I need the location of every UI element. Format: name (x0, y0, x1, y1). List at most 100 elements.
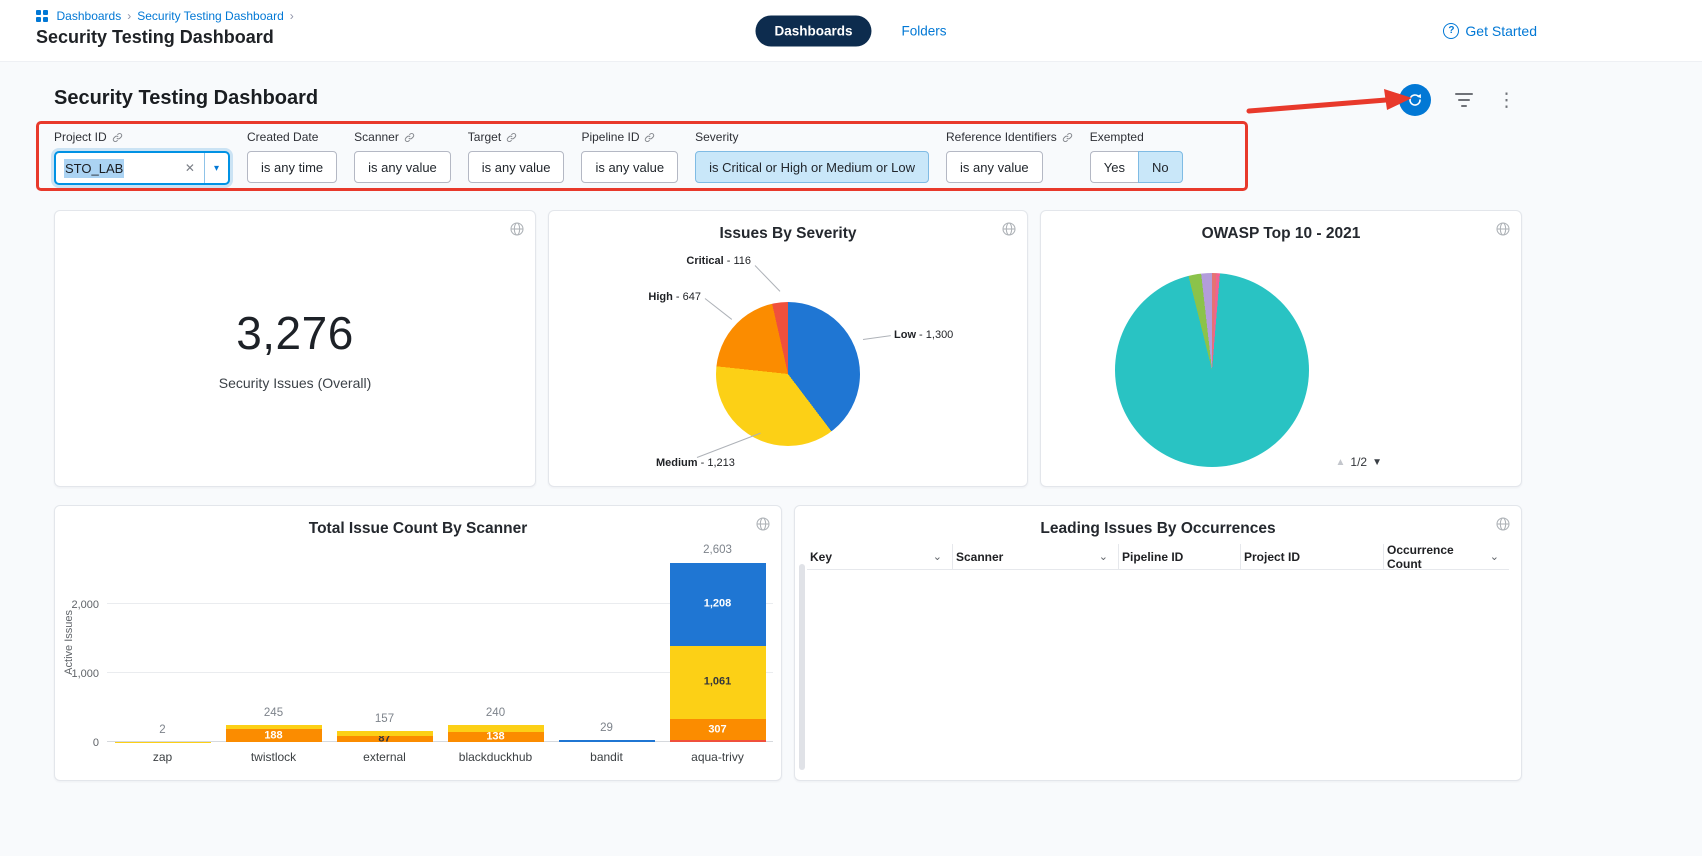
breadcrumb-dashboards[interactable]: Dashboards (57, 9, 122, 23)
filter-label: Target (468, 130, 501, 144)
project-id-value: STO_LAB (64, 159, 124, 178)
bar-zap[interactable]: 2 (107, 542, 218, 742)
pie-label-critical: Critical - 116 (639, 255, 751, 267)
x-axis-category-label: bandit (551, 750, 662, 764)
project-id-filter-select[interactable]: STO_LAB ✕ ▾ (54, 151, 230, 185)
column-header-occurrence-count[interactable]: Occurrence Count⌄ (1384, 544, 1509, 569)
filter-reference-identifiers: Reference Identifiers is any value (946, 130, 1073, 183)
owasp-pie[interactable] (1115, 273, 1309, 467)
globe-icon[interactable] (509, 221, 525, 240)
tab-folders[interactable]: Folders (902, 23, 947, 38)
page-down-icon[interactable]: ▼ (1372, 457, 1382, 468)
tile-owasp-top-10-2021: OWASP Top 10 - 2021 ▲ 1/2 ▼ (1040, 210, 1522, 487)
table-scrollbar[interactable] (799, 564, 805, 770)
filter-icon (1455, 93, 1473, 96)
x-axis-category-label: external (329, 750, 440, 764)
top-navigation-bar: Dashboards › Security Testing Dashboard … (0, 0, 1702, 62)
severity-filter-button[interactable]: is Critical or High or Medium or Low (695, 151, 929, 183)
x-axis-category-label: aqua-trivy (662, 750, 773, 764)
breadcrumb-security-testing-dashboard[interactable]: Security Testing Dashboard (137, 9, 284, 23)
bar-total-label: 245 (218, 707, 329, 719)
target-filter-button[interactable]: is any value (468, 151, 565, 183)
segment-value-label: 307 (670, 724, 766, 735)
get-started-link[interactable]: ? Get Started (1443, 23, 1537, 39)
x-axis-category-label: twistlock (218, 750, 329, 764)
y-tick-label: 0 (57, 737, 99, 749)
pie-pagination: ▲ 1/2 ▼ (1336, 455, 1383, 469)
globe-icon[interactable] (1495, 516, 1511, 535)
bar-stack (559, 740, 655, 742)
pie-label-medium: Medium - 1,213 (656, 457, 735, 469)
metric-label: Security Issues (Overall) (219, 375, 371, 391)
y-axis-label: Active Issues (63, 610, 75, 675)
dashboard-filters-button[interactable] (1451, 89, 1477, 112)
column-header-key[interactable]: Key ⌄ (807, 544, 953, 569)
refresh-button[interactable] (1399, 84, 1431, 116)
dropdown-caret-icon[interactable]: ▾ (204, 153, 228, 183)
reference-identifiers-filter-button[interactable]: is any value (946, 151, 1043, 183)
breadcrumb: Dashboards › Security Testing Dashboard … (36, 9, 294, 23)
bars: 218824587157138240293071,0611,2082,603 (107, 542, 773, 742)
bar-external[interactable]: 87157 (329, 542, 440, 742)
link-icon (404, 132, 415, 143)
bar-segment (670, 740, 766, 742)
issues-by-severity-pie[interactable] (716, 302, 860, 446)
page-title: Security Testing Dashboard (36, 27, 294, 48)
column-header-scanner[interactable]: Scanner ⌄ (953, 544, 1119, 569)
globe-icon[interactable] (1495, 221, 1511, 240)
column-label: Scanner (956, 550, 1003, 564)
column-label: Key (810, 550, 832, 564)
bar-blackduckhub[interactable]: 138240 (440, 542, 551, 742)
refresh-icon (1407, 92, 1423, 108)
sort-chevron-icon: ⌄ (1099, 550, 1108, 563)
column-header-pipeline-id[interactable]: Pipeline ID (1119, 544, 1241, 569)
bar-total-label: 29 (551, 722, 662, 734)
x-axis-category-label: zap (107, 750, 218, 764)
created-date-filter-button[interactable]: is any time (247, 151, 337, 183)
chart-title: Total Issue Count By Scanner (55, 520, 781, 538)
app: Dashboards › Security Testing Dashboard … (0, 0, 1702, 856)
filter-label: Pipeline ID (581, 130, 639, 144)
globe-icon[interactable] (1001, 221, 1017, 240)
segment-value-label: 138 (448, 732, 544, 743)
link-icon (1062, 132, 1073, 143)
leader-line (705, 298, 732, 320)
column-header-project-id[interactable]: Project ID (1241, 544, 1384, 569)
chart-title: Issues By Severity (549, 225, 1027, 243)
pie-label-high: High - 647 (589, 291, 701, 303)
filter-label: Project ID (54, 130, 107, 144)
globe-icon[interactable] (755, 516, 771, 535)
breadcrumb-separator-icon: › (127, 9, 131, 23)
column-label: Project ID (1244, 550, 1300, 564)
segment-value-label: 1,208 (670, 599, 766, 610)
x-axis-category-label: blackduckhub (440, 750, 551, 764)
breadcrumb-separator-icon: › (290, 9, 294, 23)
pipeline-id-filter-button[interactable]: is any value (581, 151, 678, 183)
chart-title: OWASP Top 10 - 2021 (1041, 225, 1521, 243)
sort-chevron-icon: ⌄ (933, 550, 942, 563)
bar-segment (448, 725, 544, 732)
bar-segment (337, 731, 433, 736)
exempted-no-button[interactable]: No (1138, 151, 1183, 183)
clear-icon[interactable]: ✕ (176, 161, 204, 175)
bar-bandit[interactable]: 29 (551, 542, 662, 742)
tab-dashboards[interactable]: Dashboards (755, 15, 871, 46)
bar-segment: 1,208 (670, 563, 766, 646)
segment-value-label: 1,061 (670, 677, 766, 688)
scanner-filter-button[interactable]: is any value (354, 151, 451, 183)
filter-label: Reference Identifiers (946, 130, 1057, 144)
bar-total-label: 157 (329, 713, 440, 725)
bar-twistlock[interactable]: 188245 (218, 542, 329, 742)
exempted-yes-button[interactable]: Yes (1090, 151, 1138, 183)
link-icon (506, 132, 517, 143)
filter-pipeline-id: Pipeline ID is any value (581, 130, 678, 183)
tiles-row-1: 3,276 Security Issues (Overall) Issues B… (54, 210, 1522, 487)
bar-aqua-trivy[interactable]: 3071,0611,2082,603 (662, 542, 773, 742)
dashboard-actions: ⋮ (1399, 84, 1516, 116)
pagination-label: 1/2 (1350, 455, 1367, 469)
bar-segment: 307 (670, 719, 766, 740)
page-up-icon[interactable]: ▲ (1336, 457, 1346, 468)
metric-value: 3,276 (236, 306, 354, 360)
sort-chevron-icon: ⌄ (1490, 550, 1499, 563)
more-options-button[interactable]: ⋮ (1497, 91, 1516, 110)
